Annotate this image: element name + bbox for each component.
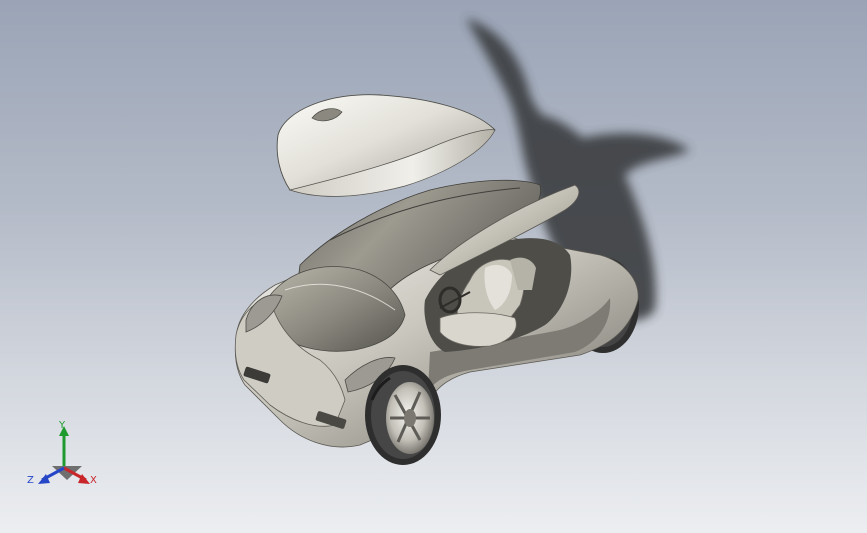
triad-z-label: Z [27, 475, 34, 486]
graphics-viewport[interactable]: Y Z X [0, 0, 867, 533]
triad-x-label: X [90, 475, 97, 486]
triad-y-label: Y [59, 420, 66, 431]
front-wheel [365, 365, 441, 465]
car-model-render[interactable] [0, 0, 867, 533]
canopy-lid [276, 94, 496, 197]
coordinate-triad: Y Z X [24, 418, 108, 494]
